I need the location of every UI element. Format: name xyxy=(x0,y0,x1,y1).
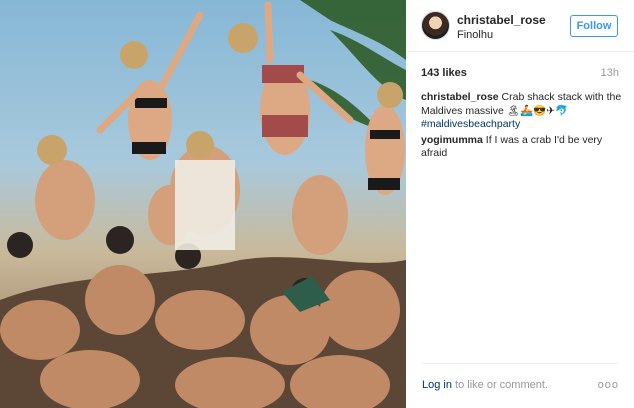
post-footer: Log in to like or comment. ooo xyxy=(421,363,619,407)
comment-username[interactable]: yogimumma xyxy=(421,134,483,146)
post-photo[interactable] xyxy=(0,0,406,408)
follow-button[interactable]: Follow xyxy=(570,15,618,37)
login-prompt: Log in to like or comment. xyxy=(422,379,548,391)
post-header: christabel_rose Finolhu Follow xyxy=(406,0,634,52)
login-link[interactable]: Log in xyxy=(422,379,452,391)
comment: christabel_rose Crab shack stack with th… xyxy=(421,91,625,132)
comment: yogimumma If I was a crab I'd be very af… xyxy=(421,134,625,161)
post-timestamp[interactable]: 13h xyxy=(601,67,619,79)
post-side-panel: christabel_rose Finolhu Follow 143 likes… xyxy=(406,0,634,408)
comment-username[interactable]: christabel_rose xyxy=(421,91,499,103)
likes-count[interactable]: 143 likes xyxy=(421,67,467,79)
avatar[interactable] xyxy=(421,11,450,40)
login-prompt-text: to like or comment. xyxy=(451,379,548,391)
location-link[interactable]: Finolhu xyxy=(457,29,493,41)
group-beach-photo xyxy=(0,0,406,408)
hashtag-link[interactable]: #maldivesbeachparty xyxy=(421,118,625,132)
post-stats: 143 likes 13h xyxy=(421,67,619,81)
username-link[interactable]: christabel_rose xyxy=(457,13,546,27)
more-options-icon[interactable]: ooo xyxy=(598,379,619,391)
comment-list: christabel_rose Crab shack stack with th… xyxy=(421,91,625,163)
instagram-post: christabel_rose Finolhu Follow 143 likes… xyxy=(0,0,634,408)
